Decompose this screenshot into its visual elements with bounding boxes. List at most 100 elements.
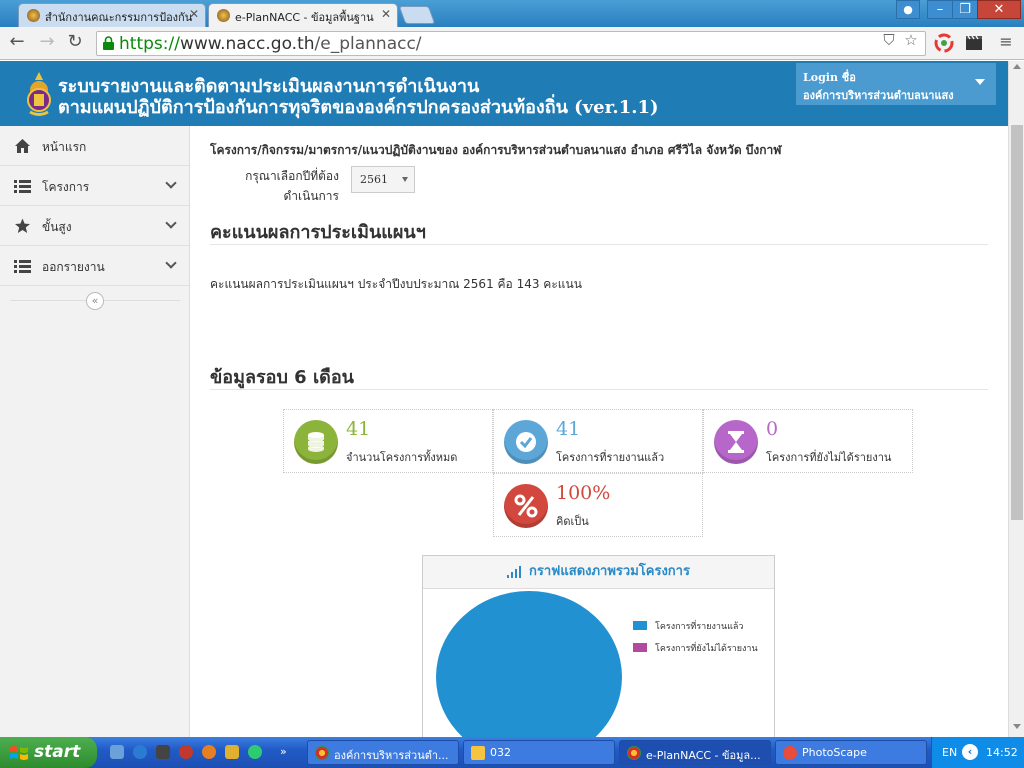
sidebar-item-home[interactable]: หน้าแรก xyxy=(0,126,189,166)
stats-grid: 41 จำนวนโครงการทั้งหมด 41 โครงการที่รายง… xyxy=(283,409,913,541)
start-button[interactable]: start xyxy=(0,737,97,768)
bookmark-star-icon[interactable]: ☆ xyxy=(902,31,920,49)
sidebar: หน้าแรก โครงการ ขั้นสูง ออกรายงาน « xyxy=(0,126,190,737)
sidebar-item-advanced[interactable]: ขั้นสูง xyxy=(0,206,189,246)
close-tab-icon[interactable]: ✕ xyxy=(189,7,199,21)
divider xyxy=(210,244,988,245)
taskbar-item-active[interactable]: e-PlanNACC - ข้อมูล... xyxy=(619,740,771,765)
video-extension-icon[interactable] xyxy=(964,33,984,53)
user-profile-button[interactable]: ● xyxy=(896,0,920,19)
stat-label: โครงการที่รายงานแล้ว xyxy=(556,451,665,464)
extension-icon[interactable] xyxy=(934,33,954,53)
stat-value: 0 xyxy=(766,418,779,440)
player-icon[interactable] xyxy=(248,745,262,759)
forward-button[interactable]: → xyxy=(36,32,58,54)
scroll-up-icon[interactable] xyxy=(1013,64,1021,69)
stat-value: 41 xyxy=(346,418,371,440)
tray-expand-icon[interactable]: ‹ xyxy=(962,744,978,760)
database-icon xyxy=(294,420,338,464)
folder-icon xyxy=(471,746,485,760)
app-icon[interactable] xyxy=(225,745,239,759)
site-favicon-icon xyxy=(217,9,230,22)
taskbar-item[interactable]: 032 xyxy=(463,740,615,765)
chart-title: กราฟแสดงภาพรวมโครงการ xyxy=(529,564,690,579)
taskbar-item[interactable]: องค์การบริหารส่วนตำ... xyxy=(307,740,459,765)
photoscape-icon xyxy=(783,746,797,760)
new-tab-button[interactable] xyxy=(398,6,436,24)
main-content: โครงการ/กิจกรรม/มาตรการ/แนวปฏิบัติงานของ… xyxy=(191,126,1008,737)
browser-tab-title: e-PlanNACC - ข้อมูลพื้นฐาน xyxy=(235,11,374,24)
legend-label: โครงการที่ยังไม่ได้รายงาน xyxy=(655,644,758,654)
taskbar-item[interactable]: PhotoScape xyxy=(775,740,927,765)
scroll-down-icon[interactable] xyxy=(1013,724,1021,729)
address-bar[interactable]: https://www.nacc.go.th/e_plannacc/ xyxy=(96,31,926,56)
browser-tab-2[interactable]: e-PlanNACC - ข้อมูลพื้นฐาน ✕ xyxy=(208,3,398,27)
login-label: Login ชื่อ xyxy=(803,71,856,84)
star-icon xyxy=(15,218,30,233)
scrollbar-thumb[interactable] xyxy=(1011,125,1023,520)
media-player-icon[interactable] xyxy=(156,745,170,759)
close-window-button[interactable]: ✕ xyxy=(977,0,1021,19)
url-scheme: https:// xyxy=(119,34,180,54)
chevron-down-icon xyxy=(165,217,177,229)
reload-button[interactable]: ↻ xyxy=(64,32,86,54)
year-label: กรุณาเลือกปีที่ต้องดำเนินการ xyxy=(245,169,339,203)
list-icon xyxy=(14,260,31,273)
collapse-sidebar-button[interactable]: « xyxy=(86,292,104,310)
sidebar-item-reports[interactable]: ออกรายงาน xyxy=(0,246,189,286)
browser-toolbar: ← → ↻ https://www.nacc.go.th/e_plannacc/… xyxy=(0,27,1024,60)
firefox-icon[interactable] xyxy=(202,745,216,759)
stat-label: คิดเป็น xyxy=(556,515,589,528)
browser-tab-title: สำนักงานคณะกรรมการป้องกัน xyxy=(45,11,193,24)
login-dropdown[interactable]: Login ชื่อ องค์การบริหารส่วนตำบลนาแสง xyxy=(796,63,996,105)
language-indicator[interactable]: EN xyxy=(942,746,957,759)
year-select-value: 2561 xyxy=(360,173,388,186)
taskbar-item-label: องค์การบริหารส่วนตำ... xyxy=(334,749,449,762)
sidebar-item-label: หน้าแรก xyxy=(42,140,87,154)
stat-label: โครงการที่ยังไม่ได้รายงาน xyxy=(766,451,892,464)
browser-tab-strip: สำนักงานคณะกรรมการป้องกัน ✕ e-PlanNACC -… xyxy=(0,0,1024,27)
windows-taskbar: start » องค์การบริหารส่วนตำ... 032 e-Pla… xyxy=(0,737,1024,768)
chevron-down-icon xyxy=(165,257,177,269)
taskbar-item-label: PhotoScape xyxy=(802,746,867,759)
pie-chart xyxy=(436,591,622,737)
internet-explorer-icon[interactable] xyxy=(133,745,147,759)
quicklaunch-expand-icon[interactable]: » xyxy=(280,745,294,759)
stat-value: 41 xyxy=(556,418,581,440)
sidebar-item-projects[interactable]: โครงการ xyxy=(0,166,189,206)
hourglass-icon xyxy=(714,420,758,464)
close-tab-icon[interactable]: ✕ xyxy=(381,7,391,21)
sidebar-item-label: โครงการ xyxy=(42,180,90,194)
check-icon xyxy=(504,420,548,464)
back-button[interactable]: ← xyxy=(6,32,28,54)
app-icon[interactable] xyxy=(179,745,193,759)
url-path: /e_plannacc/ xyxy=(314,34,422,54)
browser-tab-1[interactable]: สำนักงานคณะกรรมการป้องกัน ✕ xyxy=(18,3,206,27)
lock-icon xyxy=(103,36,114,50)
stat-reported-projects: 41 โครงการที่รายงานแล้ว xyxy=(493,409,703,473)
site-favicon-icon xyxy=(27,9,40,22)
maximize-button[interactable]: ❐ xyxy=(952,0,978,19)
list-icon xyxy=(14,180,31,193)
taskbar-item-label: e-PlanNACC - ข้อมูล... xyxy=(646,749,761,762)
minimize-button[interactable]: – xyxy=(927,0,953,19)
stat-total-projects: 41 จำนวนโครงการทั้งหมด xyxy=(283,409,493,473)
chrome-icon xyxy=(627,746,641,760)
score-heading: คะแนนผลการประเมินแผนฯ xyxy=(210,222,426,243)
stat-value: 100% xyxy=(556,482,611,504)
shield-icon[interactable]: ⛉ xyxy=(880,31,898,49)
start-label: start xyxy=(34,742,81,762)
home-icon xyxy=(15,139,30,153)
url-host: www.nacc.go.th xyxy=(179,34,315,54)
legend-label: โครงการที่รายงานแล้ว xyxy=(655,622,744,632)
score-text: คะแนนผลการประเมินแผนฯ ประจำปีงบประมาณ 25… xyxy=(210,277,582,291)
chart-header: กราฟแสดงภาพรวมโครงการ xyxy=(423,556,774,589)
menu-icon[interactable]: ≡ xyxy=(995,32,1017,54)
sidebar-item-label: ออกรายงาน xyxy=(42,260,105,274)
stat-unreported-projects: 0 โครงการที่ยังไม่ได้รายงาน xyxy=(703,409,913,473)
show-desktop-icon[interactable] xyxy=(110,745,124,759)
taskbar-item-label: 032 xyxy=(490,746,511,759)
site-header: ระบบรายงานและติดตามประเมินผลงานการดำเนิน… xyxy=(0,61,1008,126)
page-scrollbar[interactable] xyxy=(1008,61,1024,737)
year-select[interactable]: 2561 xyxy=(351,166,415,193)
